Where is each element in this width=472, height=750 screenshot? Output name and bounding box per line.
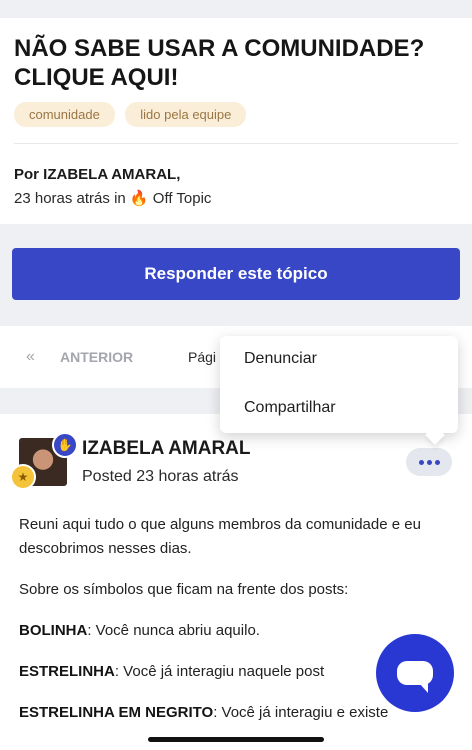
menu-item-report[interactable]: Denunciar <box>244 350 317 368</box>
post-paragraph: Reuni aqui tudo o que alguns membros da … <box>19 513 469 561</box>
chat-bubble-icon <box>397 661 433 693</box>
more-dots-icon <box>418 459 424 465</box>
paragraph-bold: ESTRELINHA <box>19 663 115 680</box>
more-dots-icon-dot <box>426 459 432 465</box>
more-dots-icon-dot <box>434 459 440 465</box>
topic-time: 23 horas atrás <box>14 190 110 207</box>
double-chevron-left-icon[interactable]: « <box>26 348 35 366</box>
post-paragraph: Sobre os símbolos que ficam na frente do… <box>19 578 469 602</box>
tag-lido-pela-equipe[interactable]: lido pela equipe <box>125 102 247 127</box>
paragraph-text: : Você já interagiu e existe <box>213 704 389 721</box>
paragraph-bold: BOLINHA <box>19 622 88 639</box>
more-options-button[interactable] <box>406 448 452 476</box>
post-author[interactable]: IZABELA AMARAL <box>82 438 251 460</box>
topic-meta: 23 horas atrás in 🔥 Off Topic <box>14 189 211 207</box>
post-options-menu: Denunciar Compartilhar <box>220 336 458 445</box>
paragraph-bold: ESTRELINHA EM NEGRITO <box>19 704 214 721</box>
menu-item-share[interactable]: Compartilhar <box>244 399 336 417</box>
topic-author[interactable]: Por IZABELA AMARAL, <box>14 166 180 183</box>
category-link[interactable]: Off Topic <box>153 190 212 207</box>
topic-header: NÃO SABE USAR A COMUNIDADE? CLIQUE AQUI!… <box>0 18 472 224</box>
reply-topic-button[interactable]: Responder este tópico <box>12 248 460 300</box>
fire-icon: 🔥 <box>129 190 149 207</box>
paragraph-text: Reuni aqui tudo o que alguns membros da … <box>19 516 421 557</box>
tag-list: comunidade lido pela equipe <box>14 102 252 127</box>
topic-title: NÃO SABE USAR A COMUNIDADE? CLIQUE AQUI! <box>14 35 425 91</box>
divider <box>14 143 458 144</box>
page-selector[interactable]: Pági <box>188 349 216 365</box>
in-label: in <box>114 190 126 207</box>
paragraph-text: : Você nunca abriu aquilo. <box>87 622 260 639</box>
paragraph-text: Sobre os símbolos que ficam na frente do… <box>19 581 349 598</box>
post-time: Posted 23 horas atrás <box>82 468 239 485</box>
home-indicator[interactable] <box>148 737 324 742</box>
chat-button[interactable] <box>376 634 454 712</box>
tag-comunidade[interactable]: comunidade <box>14 102 115 127</box>
medal-icon: ★ <box>10 464 36 490</box>
hand-badge-icon: ✋ <box>52 432 78 458</box>
paragraph-text: : Você já interagiu naquele post <box>114 663 325 680</box>
previous-page-button[interactable]: ANTERIOR <box>60 349 133 365</box>
